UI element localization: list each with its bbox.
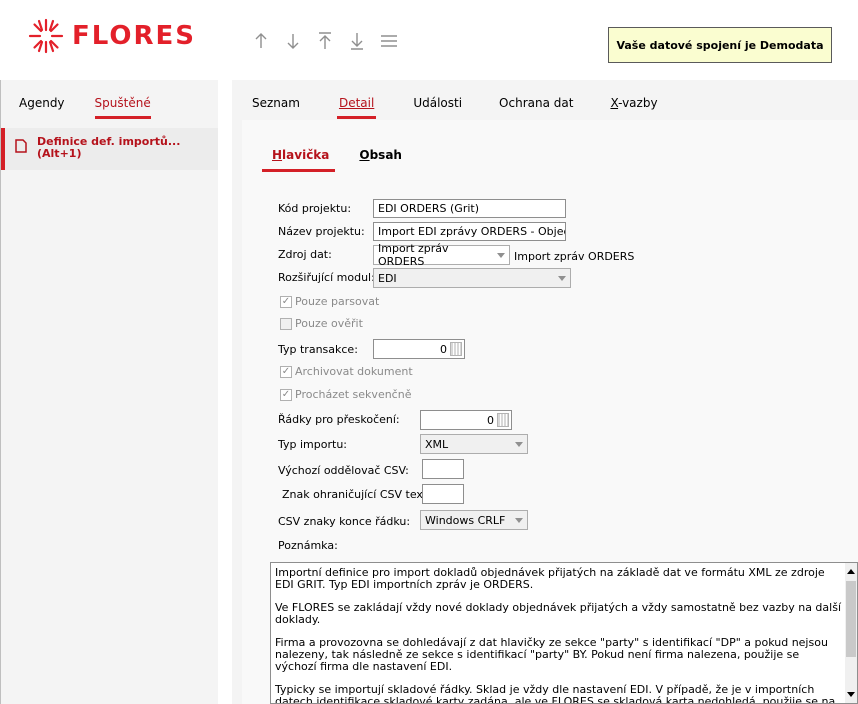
menu-icon[interactable] xyxy=(380,30,398,52)
vychozi-oddelovac-label: Výchozí oddělovač CSV: xyxy=(278,464,409,477)
left-tabs: Agendy Spuštěné xyxy=(1,80,218,126)
zdroj-dat-label: Zdroj dat: xyxy=(278,248,332,261)
pouze-overit-checkbox[interactable]: Pouze ověřit xyxy=(280,317,363,330)
archivovat-dokument-label: Archivovat dokument xyxy=(295,365,413,378)
nazev-projektu-label: Název projektu: xyxy=(278,225,365,238)
tab-detail[interactable]: Detail xyxy=(336,96,377,119)
archivovat-dokument-checkbox[interactable]: ✓ Archivovat dokument xyxy=(280,365,413,378)
note-paragraph: Ve FLORES se zakládají vždy nové doklady… xyxy=(275,601,841,626)
document-icon xyxy=(15,139,27,153)
typ-importu-select[interactable]: XML xyxy=(420,434,528,454)
left-panel: Agendy Spuštěné Definice def. importů...… xyxy=(0,80,218,704)
running-agenda-shortcut: (Alt+1) xyxy=(37,147,82,160)
connection-info: Vaše datové spojení je Demodata xyxy=(608,27,832,63)
csv-konce-radku-value: Windows CRLF xyxy=(425,513,506,527)
move-bottom-icon[interactable] xyxy=(348,30,366,52)
nazev-projektu-input[interactable]: Import EDI zprávy ORDERS - Objednáv xyxy=(373,222,566,241)
typ-importu-label: Typ importu: xyxy=(278,438,347,451)
tab-agendy[interactable]: Agendy xyxy=(19,96,65,116)
prochazet-sekvencne-label: Procházet sekvenčně xyxy=(295,388,412,401)
typ-transakce-value: 0 xyxy=(440,342,447,356)
zdroj-dat-value: Import zpráv ORDERS xyxy=(378,242,449,268)
znak-ohranicujici-label: Znak ohraničující CSV text: xyxy=(282,488,431,501)
pouze-overit-label: Pouze ověřit xyxy=(295,317,363,330)
znak-ohranicujici-input[interactable] xyxy=(422,484,464,504)
chevron-down-icon xyxy=(515,441,523,447)
radky-preskoceni-value: 0 xyxy=(487,413,494,427)
note-paragraph: Typicky se importují skladové řádky. Skl… xyxy=(275,683,836,704)
checkbox-check-icon: ✓ xyxy=(280,295,292,308)
checkbox-empty-icon xyxy=(280,317,292,330)
pouze-parsovat-label: Pouze parsovat xyxy=(295,295,380,308)
kod-projektu-input[interactable]: EDI ORDERS (Grit) xyxy=(373,199,566,218)
poznamka-label: Poznámka: xyxy=(278,539,338,552)
radky-preskoceni-input[interactable]: 0 xyxy=(420,410,512,430)
detail-panel: Hlavička Obsah Kód projektu: EDI ORDERS … xyxy=(242,120,858,704)
typ-importu-value: XML xyxy=(425,437,449,451)
scroll-thumb[interactable] xyxy=(846,581,856,657)
panel-separator xyxy=(218,80,232,704)
rozsirujici-modul-value: EDI xyxy=(378,271,397,285)
tab-ochrana-dat[interactable]: Ochrana dat xyxy=(499,96,573,116)
note-scrollbar[interactable] xyxy=(845,563,857,703)
checkbox-check-icon: ✓ xyxy=(280,388,292,401)
top-bar: FLORES Vaše datové spojení je Demodata xyxy=(0,0,858,80)
arrow-down-icon[interactable] xyxy=(284,30,302,52)
header-form: Kód projektu: EDI ORDERS (Grit) Název pr… xyxy=(242,120,858,704)
csv-konce-radku-select[interactable]: Windows CRLF xyxy=(420,510,528,530)
toolbar xyxy=(252,30,398,52)
sun-logo-icon xyxy=(28,18,64,54)
scroll-up-icon[interactable] xyxy=(847,569,855,574)
tab-udalosti[interactable]: Události xyxy=(413,96,462,116)
chevron-down-icon xyxy=(497,252,505,258)
flores-logo: FLORES xyxy=(28,18,196,54)
csv-konce-radku-label: CSV znaky konce řádku: xyxy=(278,515,411,528)
typ-transakce-input[interactable]: 0 xyxy=(373,339,465,359)
typ-transakce-label: Typ transakce: xyxy=(278,343,358,356)
chevron-down-icon xyxy=(558,275,566,281)
calculator-icon[interactable] xyxy=(450,342,462,356)
prochazet-sekvencne-checkbox[interactable]: ✓ Procházet sekvenčně xyxy=(280,388,411,401)
chevron-down-icon xyxy=(515,517,523,523)
zdroj-dat-select[interactable]: Import zpráv ORDERS xyxy=(373,242,510,268)
radky-preskoceni-label: Řádky pro přeskočení: xyxy=(278,413,400,426)
scroll-down-icon[interactable] xyxy=(847,692,855,697)
tab-seznam[interactable]: Seznam xyxy=(252,96,300,116)
running-agenda-item[interactable]: Definice def. importů... (Alt+1) xyxy=(1,128,218,170)
vychozi-oddelovac-input[interactable] xyxy=(422,459,464,479)
zdroj-dat-description: Import zpráv ORDERS xyxy=(514,250,635,263)
arrow-up-icon[interactable] xyxy=(252,30,270,52)
pouze-parsovat-checkbox[interactable]: ✓ Pouze parsovat xyxy=(280,295,379,308)
poznamka-textarea[interactable]: Importní definice pro import dokladů obj… xyxy=(270,562,858,704)
calculator-icon[interactable] xyxy=(497,413,509,427)
checkbox-check-icon: ✓ xyxy=(280,365,292,378)
note-paragraph: Importní definice pro import dokladů obj… xyxy=(275,566,825,591)
tab-spustene[interactable]: Spuštěné xyxy=(94,96,151,119)
tab-x-vazby[interactable]: X-vazby xyxy=(610,96,657,116)
note-paragraph: Firma a provozovna se dohledávají z dat … xyxy=(275,636,828,673)
brand-name: FLORES xyxy=(72,21,197,51)
main-area: Seznam Detail Události Ochrana dat X-vaz… xyxy=(232,80,858,704)
rozsirujici-modul-label: Rozšiřující modul: xyxy=(278,271,375,284)
move-top-icon[interactable] xyxy=(316,30,334,52)
kod-projektu-label: Kód projektu: xyxy=(278,202,352,215)
rozsirujici-modul-select[interactable]: EDI xyxy=(373,268,571,288)
